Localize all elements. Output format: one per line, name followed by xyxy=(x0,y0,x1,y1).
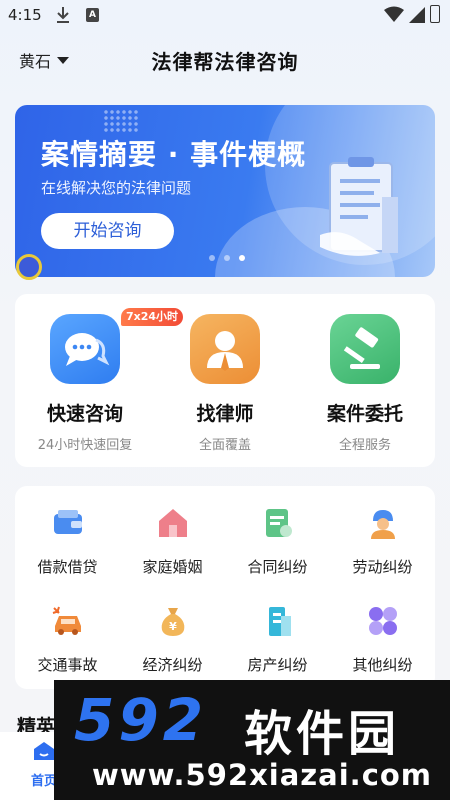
promo-banner[interactable]: 案情摘要 · 事件梗概 在线解决您的法律问题 开始咨询 xyxy=(15,105,435,277)
wallet-icon xyxy=(53,510,82,534)
contract-icon xyxy=(265,509,292,537)
car-crash-icon xyxy=(52,606,81,635)
category-economic[interactable]: ¥ 经济纠纷 xyxy=(120,604,225,675)
money-bag-icon: ¥ xyxy=(161,608,184,636)
header: 黄石 法律帮法律咨询 xyxy=(0,40,450,80)
download-icon xyxy=(57,7,69,23)
service-name: 案件委托 xyxy=(326,403,403,425)
category-name: 经济纠纷 xyxy=(142,656,203,674)
services-card: 快速咨询 24小时快速回复 7x24小时 找律师 全面覆盖 案件委托 全程服务 xyxy=(15,294,435,467)
service-desc: 全面覆盖 xyxy=(198,438,251,453)
banner-subtitle: 在线解决您的法律问题 xyxy=(41,179,192,197)
document-illustration-icon xyxy=(320,157,398,256)
category-name: 劳动纠纷 xyxy=(352,558,413,576)
category-marriage[interactable]: 家庭婚姻 xyxy=(120,506,225,577)
status-time: 4:15 xyxy=(8,6,42,24)
service-find-lawyer[interactable]: 找律师 全面覆盖 xyxy=(155,314,295,453)
banner-title: 案情摘要 · 事件梗概 xyxy=(41,138,307,171)
pager-dot xyxy=(209,255,215,261)
signal-icon xyxy=(409,7,425,23)
category-property[interactable]: 房产纠纷 xyxy=(225,604,330,675)
city-selector[interactable]: 黄石 xyxy=(19,48,70,72)
category-other[interactable]: 其他纠纷 xyxy=(330,604,435,675)
service-name: 快速咨询 xyxy=(46,403,123,425)
worker-icon xyxy=(370,510,395,539)
category-traffic[interactable]: 交通事故 xyxy=(15,604,120,675)
watermark: 592 软件园 www.592xiazai.com xyxy=(54,680,450,800)
city-label: 黄石 xyxy=(19,52,52,71)
building-icon xyxy=(268,607,291,636)
chat-bubbles-icon xyxy=(50,314,120,384)
service-quick-consult[interactable]: 快速咨询 24小时快速回复 xyxy=(15,314,155,453)
category-name: 房产纠纷 xyxy=(247,656,308,674)
start-consult-button[interactable]: 开始咨询 xyxy=(41,213,174,249)
category-name: 家庭婚姻 xyxy=(142,558,203,576)
category-name: 借款借贷 xyxy=(37,558,98,576)
service-name: 找律师 xyxy=(196,403,254,425)
service-case-delegate[interactable]: 案件委托 全程服务 xyxy=(295,314,435,453)
wifi-icon xyxy=(384,6,404,22)
pager-dot-active xyxy=(239,255,245,261)
a-app-icon: A xyxy=(86,8,99,22)
category-labor[interactable]: 劳动纠纷 xyxy=(330,506,435,577)
category-name: 合同纠纷 xyxy=(247,558,308,576)
categories-card: 借款借贷 家庭婚姻 合同纠纷 劳动纠纷 交通事故 ¥ 经济纠纷 房产纠纷 其他纠… xyxy=(15,486,435,689)
banner-pager xyxy=(209,255,245,261)
watermark-text: 软件园 xyxy=(244,706,401,762)
pager-dot xyxy=(224,255,230,261)
battery-icon xyxy=(430,5,440,23)
category-loan[interactable]: 借款借贷 xyxy=(15,506,120,577)
banner-dots-decoration xyxy=(103,109,139,133)
floating-ring-icon xyxy=(16,254,42,280)
svg-text:¥: ¥ xyxy=(169,620,177,633)
category-contract[interactable]: 合同纠纷 xyxy=(225,506,330,577)
home-icon xyxy=(34,742,54,760)
house-icon xyxy=(158,509,187,537)
grid-icon xyxy=(368,607,397,635)
service-desc: 24小时快速回复 xyxy=(37,438,133,453)
watermark-url: www.592xiazai.com xyxy=(92,758,433,792)
service-desc: 全程服务 xyxy=(338,438,391,453)
category-name: 交通事故 xyxy=(37,656,98,674)
watermark-number: 592 xyxy=(74,686,208,754)
gavel-icon xyxy=(330,314,400,384)
category-name: 其他纠纷 xyxy=(352,656,413,674)
status-bar: 4:15 A xyxy=(0,0,450,32)
lawyer-icon xyxy=(190,314,260,384)
chevron-down-icon xyxy=(57,56,70,64)
